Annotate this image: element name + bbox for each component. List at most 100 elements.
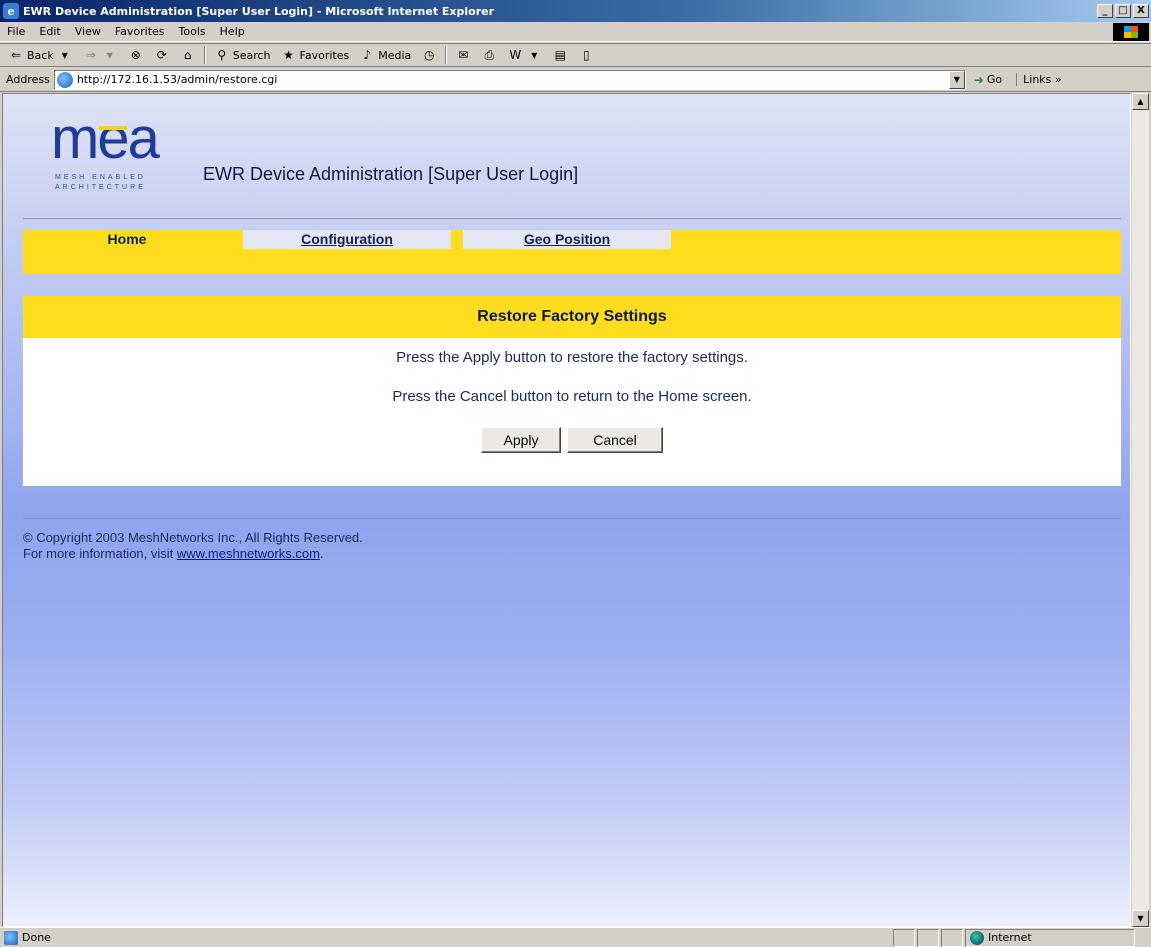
cancel-instruction: Press the Cancel button to return to the… (392, 388, 752, 405)
window-controls: _ □ X (1097, 4, 1149, 18)
discuss-button[interactable]: ▤ (548, 45, 572, 65)
tab-home[interactable]: Home (23, 230, 231, 249)
chevron-down-icon: ▾ (106, 48, 113, 62)
go-label: Go (986, 73, 1003, 86)
stop-icon: ⊗ (130, 48, 141, 62)
footer-divider (23, 518, 1121, 519)
page-done-icon (4, 930, 18, 945)
search-icon: ⚲ (217, 48, 227, 62)
print-button[interactable]: ⎙ (477, 45, 501, 65)
toolbar-separator (445, 46, 448, 64)
close-button[interactable]: X (1133, 4, 1149, 18)
page-icon (56, 71, 73, 88)
favorites-label: Favorites (299, 48, 350, 62)
header-divider (23, 218, 1121, 219)
status-cell (917, 928, 939, 947)
logo-tagline-1: MESH ENABLED (55, 174, 146, 181)
forward-button[interactable]: ⇒ ▾ (79, 45, 122, 65)
more-info-text: For more information, visit (23, 546, 177, 561)
favorites-icon: ★ (283, 48, 294, 62)
go-arrow-icon: ➜ (973, 72, 984, 87)
menu-tools[interactable]: Tools (172, 25, 213, 38)
history-button[interactable]: ◷ (417, 45, 441, 65)
history-icon: ◷ (424, 48, 435, 62)
media-icon: ♪ (363, 48, 372, 62)
menu-view[interactable]: View (68, 25, 108, 38)
chevron-down-icon: ▾ (61, 48, 68, 62)
media-label: Media (378, 48, 412, 62)
cancel-button[interactable]: Cancel (567, 427, 663, 453)
menu-edit[interactable]: Edit (32, 25, 67, 38)
minimize-button[interactable]: _ (1097, 4, 1113, 18)
button-row: Apply Cancel (23, 427, 1121, 453)
edit-button[interactable]: W ▾ (503, 45, 546, 65)
resize-grip-icon[interactable] (1137, 929, 1151, 947)
status-text: Done (22, 931, 51, 944)
copyright-text: © Copyright 2003 MeshNetworks Inc., All … (23, 530, 363, 545)
more-info-period: . (319, 546, 324, 561)
stop-button[interactable]: ⊗ (124, 45, 148, 65)
messenger-icon: ▯ (582, 48, 590, 62)
page-viewport: mea MESH ENABLED ARCHITECTURE EWR Device… (2, 93, 1131, 927)
logo-bar (99, 126, 127, 130)
windows-logo-icon (1113, 23, 1149, 41)
mea-logo: mea MESH ENABLED ARCHITECTURE (51, 110, 181, 202)
toolbar: ⇐ Back ▾ ⇒ ▾ ⊗ ⟳ ⌂ ⚲ Search ★ Favorites … (0, 43, 1151, 67)
status-cell (893, 928, 915, 947)
apply-button[interactable]: Apply (481, 427, 561, 453)
internet-globe-icon (970, 930, 984, 945)
refresh-button[interactable]: ⟳ (150, 45, 174, 65)
chevron-down-icon: ▾ (531, 48, 538, 62)
refresh-icon: ⟳ (156, 48, 167, 62)
status-cell (941, 928, 963, 947)
address-input[interactable]: http://172.16.1.53/admin/restore.cgi ▼ (53, 69, 966, 90)
menu-favorites[interactable]: Favorites (108, 25, 172, 38)
address-label: Address (6, 73, 50, 86)
home-icon: ⌂ (183, 48, 192, 62)
go-button[interactable]: ➜ Go (974, 73, 1002, 87)
logo-tagline-2: ARCHITECTURE (55, 184, 146, 191)
restore-panel: Restore Factory Settings Press the Apply… (23, 296, 1121, 486)
address-bar: Address http://172.16.1.53/admin/restore… (0, 68, 1151, 92)
scroll-down-icon[interactable]: ▼ (1132, 910, 1149, 927)
window-titlebar: e EWR Device Administration [Super User … (0, 0, 1151, 22)
page-title: EWR Device Administration [Super User Lo… (203, 164, 579, 184)
scroll-up-icon[interactable]: ▲ (1132, 93, 1149, 110)
tab-geo-position[interactable]: Geo Position (463, 230, 671, 249)
security-zone: Internet (965, 928, 1135, 947)
menu-file[interactable]: File (0, 25, 32, 38)
zone-label: Internet (988, 931, 1032, 944)
mail-button[interactable]: ✉ (451, 45, 475, 65)
search-label: Search (232, 48, 271, 62)
media-button[interactable]: ♪ Media (355, 45, 415, 65)
discuss-icon: ▤ (554, 48, 566, 62)
meshnetworks-link[interactable]: www.meshnetworks.com (177, 546, 320, 561)
window-title: EWR Device Administration [Super User Lo… (23, 4, 495, 18)
panel-title: Restore Factory Settings (23, 296, 1121, 338)
maximize-button[interactable]: □ (1115, 4, 1131, 18)
back-arrow-icon: ⇐ (10, 48, 22, 62)
back-label: Back (27, 48, 54, 62)
home-button[interactable]: ⌂ (176, 45, 200, 65)
links-label: Links (1023, 73, 1052, 86)
links-button[interactable]: Links » (1016, 73, 1062, 86)
vertical-scrollbar[interactable]: ▲ ▼ (1131, 93, 1149, 927)
menu-bar: File Edit View Favorites Tools Help (0, 22, 1151, 42)
status-bar: Done Internet (0, 927, 1151, 947)
menu-help[interactable]: Help (213, 25, 252, 38)
page-content: mea MESH ENABLED ARCHITECTURE EWR Device… (23, 94, 1121, 561)
word-icon: W (509, 48, 522, 62)
search-button[interactable]: ⚲ Search (210, 45, 275, 65)
nav-tabs: Home Configuration Geo Position (23, 230, 1121, 274)
address-dropdown-icon[interactable]: ▼ (948, 70, 965, 89)
back-button[interactable]: ⇐ Back ▾ (4, 45, 77, 65)
ie-icon: e (3, 3, 19, 19)
print-icon: ⎙ (484, 47, 495, 62)
messenger-button[interactable]: ▯ (574, 45, 598, 65)
forward-arrow-icon: ⇒ (85, 48, 96, 62)
page-header: mea MESH ENABLED ARCHITECTURE EWR Device… (23, 94, 1121, 218)
apply-instruction: Press the Apply button to restore the fa… (396, 349, 748, 366)
toolbar-separator (203, 46, 206, 64)
favorites-button[interactable]: ★ Favorites (277, 45, 354, 65)
tab-configuration[interactable]: Configuration (243, 230, 451, 249)
